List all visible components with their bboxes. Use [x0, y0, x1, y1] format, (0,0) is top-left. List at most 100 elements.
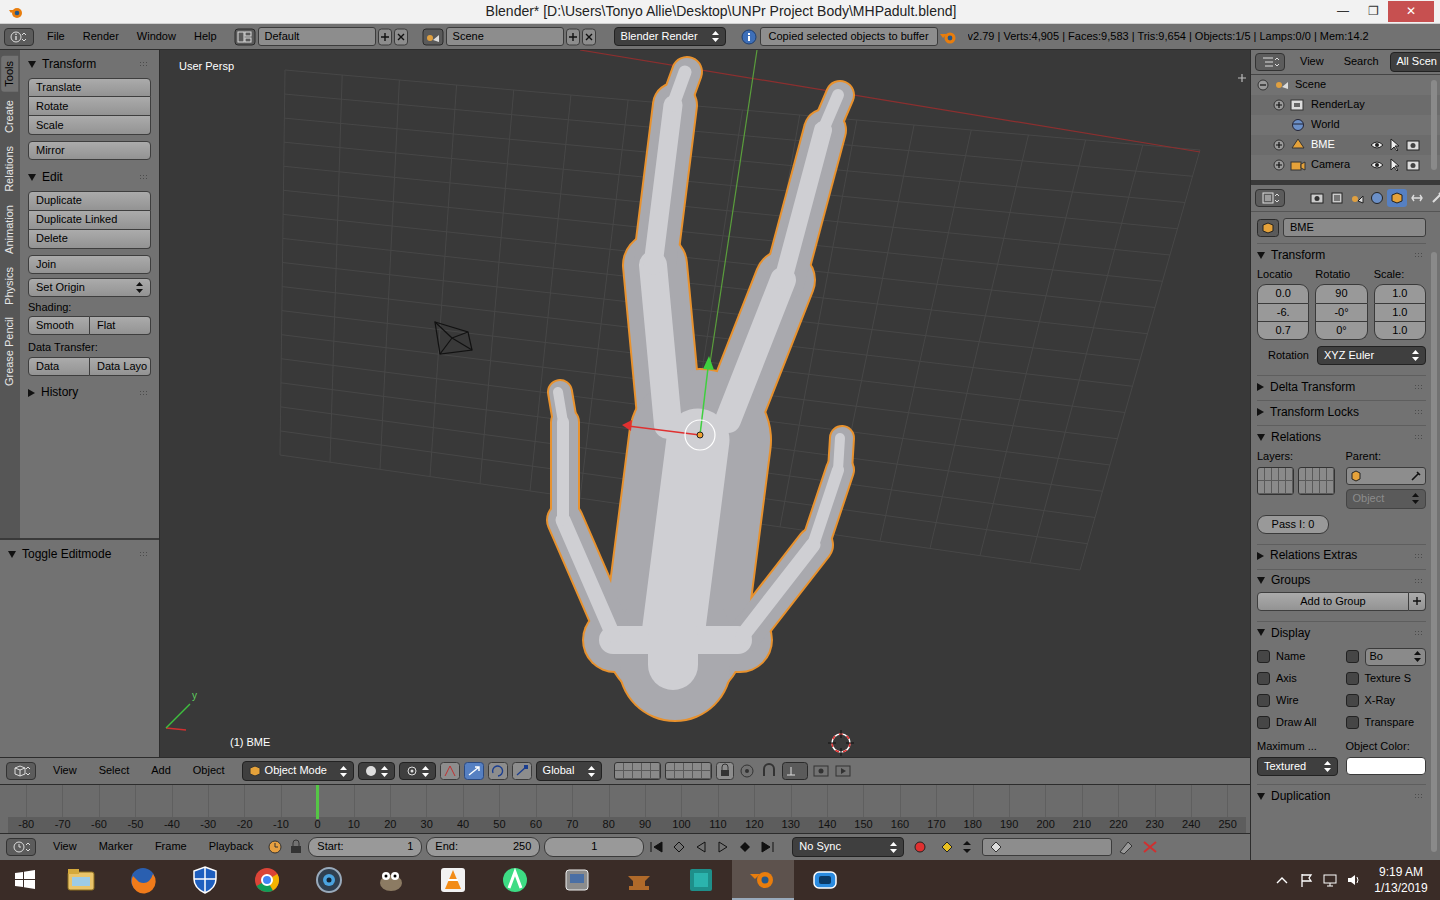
jump-end-icon[interactable] [758, 838, 776, 856]
body-mesh[interactable] [558, 72, 842, 665]
start-frame-field[interactable]: Start:1 [308, 837, 422, 856]
tool-button[interactable]: Duplicate Linked [28, 211, 151, 230]
taskbar-app[interactable] [546, 860, 608, 900]
scale-manipulator-icon[interactable] [512, 762, 532, 780]
layer-grid[interactable] [1257, 467, 1294, 495]
operator-header[interactable]: Toggle Editmode [8, 543, 151, 565]
editor-type-button[interactable] [4, 28, 34, 46]
menu-item[interactable]: File [38, 30, 74, 43]
add-layout-icon[interactable] [378, 28, 392, 46]
collapse-triangle-icon[interactable] [1257, 793, 1265, 800]
menu-item[interactable]: View [44, 764, 86, 777]
expand-icon[interactable] [1273, 159, 1285, 171]
transform-value-field[interactable]: 90 [1315, 284, 1367, 303]
tool-button[interactable]: Translate [28, 78, 151, 97]
layout-field[interactable]: Default [258, 27, 376, 46]
max-draw-type-dropdown[interactable]: Textured [1257, 757, 1338, 776]
tool-button[interactable]: Rotate [28, 97, 151, 116]
checkbox[interactable] [1346, 694, 1359, 707]
data-transfer-button[interactable]: Data [28, 357, 90, 376]
menu-item[interactable]: Marker [90, 840, 142, 853]
transform-value-field[interactable]: 0.0 [1257, 284, 1309, 303]
scene-selector[interactable]: Scene [422, 27, 596, 46]
flag-icon[interactable] [1298, 872, 1314, 888]
context-tab[interactable] [1427, 189, 1440, 207]
taskbar-app[interactable] [794, 860, 856, 900]
sync-mode-dropdown[interactable]: No Sync [792, 837, 904, 856]
outliner-scrollbar[interactable] [1431, 80, 1437, 170]
timeline-ruler[interactable]: -80-70-60-50-40-30-20-100102030405060708… [0, 784, 1250, 833]
expand-triangle-icon[interactable] [28, 389, 35, 397]
panel-header[interactable]: History [28, 382, 151, 404]
set-origin-dropdown[interactable]: Set Origin [28, 278, 151, 297]
taskbar-app[interactable] [360, 860, 422, 900]
data-transfer-button[interactable]: Data Layo [90, 357, 151, 376]
object-name-field[interactable]: BME [1283, 218, 1426, 237]
transform-value-field[interactable]: 0.7 [1257, 322, 1309, 340]
keying-set-icon[interactable] [936, 838, 958, 856]
layer-grid[interactable] [1298, 467, 1335, 495]
jump-start-icon[interactable] [648, 838, 666, 856]
panel-header[interactable]: Transform [1257, 244, 1426, 266]
snap-icon[interactable] [760, 762, 778, 780]
checkbox[interactable] [1257, 672, 1270, 685]
panel-header[interactable]: Edit [28, 166, 151, 188]
timeline-editor-type-button[interactable] [6, 838, 36, 856]
display-checkbox-row[interactable]: Name [1257, 646, 1338, 668]
outliner-row[interactable]: Scene [1251, 75, 1440, 95]
add-scene-icon[interactable] [566, 28, 580, 46]
taskbar-app[interactable] [732, 860, 794, 900]
jump-keyframe-forward-icon[interactable] [736, 838, 754, 856]
jump-keyframe-back-icon[interactable] [670, 838, 688, 856]
checkbox[interactable] [1257, 694, 1270, 707]
outliner-item-label[interactable]: World [1311, 118, 1420, 131]
transform-orientation-dropdown[interactable]: Global [536, 761, 602, 780]
checkbox[interactable] [1346, 672, 1359, 685]
playhead[interactable] [316, 785, 319, 819]
collapse-triangle-icon[interactable] [8, 551, 16, 558]
rotate-manipulator-icon[interactable] [488, 762, 508, 780]
properties-editor-type-button[interactable] [1255, 189, 1285, 207]
checkbox[interactable] [1257, 650, 1270, 663]
proportional-edit-icon[interactable] [738, 762, 756, 780]
menu-item[interactable]: View [1291, 55, 1333, 68]
shading-button[interactable]: Flat [90, 316, 151, 335]
manipulator-toggle-icon[interactable] [440, 762, 460, 780]
lock-camera-icon[interactable] [716, 762, 734, 780]
object-data-icon[interactable] [1257, 219, 1279, 237]
context-tab[interactable] [1307, 189, 1327, 207]
rotation-mode-dropdown[interactable]: XYZ Euler [1317, 346, 1426, 365]
menu-item[interactable]: Window [128, 30, 185, 43]
taskbar-app[interactable] [50, 860, 112, 900]
start-button[interactable] [0, 860, 50, 900]
cursor-select-icon[interactable] [1388, 158, 1402, 172]
viewport-editor-type-button[interactable] [6, 762, 36, 780]
tool-button[interactable]: Delete [28, 230, 151, 249]
transform-value-field[interactable]: -0° [1315, 304, 1367, 322]
snap-element-icon[interactable] [782, 762, 808, 780]
collapse-triangle-icon[interactable] [28, 61, 36, 68]
context-tab[interactable] [1367, 189, 1387, 207]
transform-value-field[interactable]: 1.0 [1374, 284, 1426, 303]
keying-type-icon[interactable] [962, 838, 972, 856]
collapse-triangle-icon[interactable] [1257, 434, 1265, 441]
panel-header[interactable]: Groups [1257, 570, 1426, 592]
network-icon[interactable] [1322, 872, 1338, 888]
tool-tab[interactable]: Grease Pencil [1, 312, 18, 391]
parent-field[interactable] [1346, 467, 1427, 485]
expand-icon[interactable] [1273, 99, 1285, 111]
active-keying-set-field[interactable] [982, 838, 1112, 856]
panel-header[interactable]: Transform [28, 53, 151, 75]
render-engine-dropdown[interactable]: Blender Render [614, 27, 726, 46]
render-preview-icon[interactable] [812, 762, 830, 780]
expand-triangle-icon[interactable] [1257, 408, 1264, 416]
preview-range-icon[interactable] [266, 838, 284, 856]
outliner-item-label[interactable]: Camera [1311, 158, 1366, 171]
menu-item[interactable]: Object [184, 764, 234, 777]
transform-value-field[interactable]: 1.0 [1374, 304, 1426, 322]
transform-value-field[interactable]: 0° [1315, 322, 1367, 340]
bounds-type-dropdown[interactable]: Bo [1365, 648, 1427, 666]
render-camera-icon[interactable] [1406, 138, 1420, 152]
panel-header[interactable]: Delta Transform [1257, 376, 1426, 398]
taskbar-app[interactable] [670, 860, 732, 900]
